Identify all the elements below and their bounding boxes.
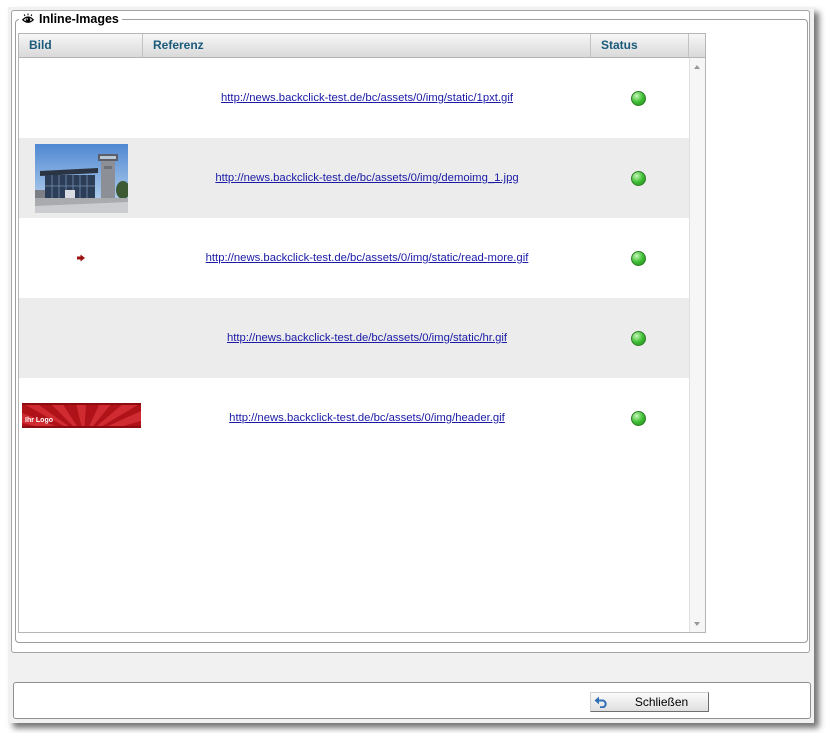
green-status-dot xyxy=(631,170,646,186)
column-header-status[interactable]: Status xyxy=(591,34,689,57)
reference-cell: http://news.backclick-test.de/bc/assets/… xyxy=(143,218,591,298)
green-status-dot xyxy=(631,330,646,346)
green-status-dot xyxy=(631,410,646,426)
eye-icon xyxy=(22,13,34,23)
logo-banner-text: Ihr Logo xyxy=(25,417,53,424)
scroll-up-arrow-icon[interactable] xyxy=(694,65,700,69)
reference-cell: http://news.backclick-test.de/bc/assets/… xyxy=(143,298,591,378)
scroll-down-arrow-icon[interactable] xyxy=(694,622,700,626)
blank-image xyxy=(81,338,82,339)
table-row[interactable]: Ihr Logo http://news.backclick-test.de/b… xyxy=(19,378,689,458)
reference-link[interactable]: http://news.backclick-test.de/bc/assets/… xyxy=(206,252,529,264)
status-cell xyxy=(591,58,689,138)
grid-header: Bild Referenz Status xyxy=(19,34,705,58)
table-row[interactable]: http://news.backclick-test.de/bc/assets/… xyxy=(19,58,689,138)
image-cell: Ihr Logo xyxy=(19,378,143,458)
close-button-label: Schließen xyxy=(634,695,689,709)
reference-link[interactable]: http://news.backclick-test.de/bc/assets/… xyxy=(215,172,518,184)
image-cell xyxy=(19,218,143,298)
reference-cell: http://news.backclick-test.de/bc/assets/… xyxy=(143,378,591,458)
status-cell xyxy=(591,138,689,218)
legend-title: Inline-Images xyxy=(39,12,119,26)
blank-image xyxy=(81,98,82,99)
green-status-dot xyxy=(631,250,646,266)
reference-link[interactable]: http://news.backclick-test.de/bc/assets/… xyxy=(227,332,507,344)
status-cell xyxy=(591,378,689,458)
logo-banner-image: Ihr Logo xyxy=(21,403,141,428)
reference-cell: http://news.backclick-test.de/bc/assets/… xyxy=(143,138,591,218)
column-header-reference[interactable]: Referenz xyxy=(143,34,591,57)
grid-body: http://news.backclick-test.de/bc/assets/… xyxy=(19,58,689,632)
vertical-scrollbar[interactable] xyxy=(689,58,705,632)
undo-arrow-icon xyxy=(594,696,607,708)
footer-toolbar: Schließen xyxy=(13,682,811,719)
column-header-filler xyxy=(689,34,705,57)
table-row[interactable]: http://news.backclick-test.de/bc/assets/… xyxy=(19,218,689,298)
image-cell xyxy=(19,58,143,138)
status-cell xyxy=(591,218,689,298)
table-row[interactable]: http://news.backclick-test.de/bc/assets/… xyxy=(19,138,689,218)
close-button[interactable]: Schließen xyxy=(590,692,709,712)
reference-cell: http://news.backclick-test.de/bc/assets/… xyxy=(143,58,591,138)
status-cell xyxy=(591,298,689,378)
table-row[interactable]: http://news.backclick-test.de/bc/assets/… xyxy=(19,298,689,378)
images-grid: Bild Referenz Status http://news.backcli… xyxy=(18,33,706,633)
image-cell xyxy=(19,138,143,218)
image-cell xyxy=(19,298,143,378)
fieldset-legend: Inline-Images xyxy=(19,11,122,27)
column-header-image[interactable]: Bild xyxy=(19,34,143,57)
photo-thumbnail xyxy=(34,143,128,213)
reference-link[interactable]: http://news.backclick-test.de/bc/assets/… xyxy=(221,92,513,104)
green-status-dot xyxy=(631,90,646,106)
reference-link[interactable]: http://news.backclick-test.de/bc/assets/… xyxy=(229,412,505,424)
red-arrow-icon xyxy=(77,254,85,262)
